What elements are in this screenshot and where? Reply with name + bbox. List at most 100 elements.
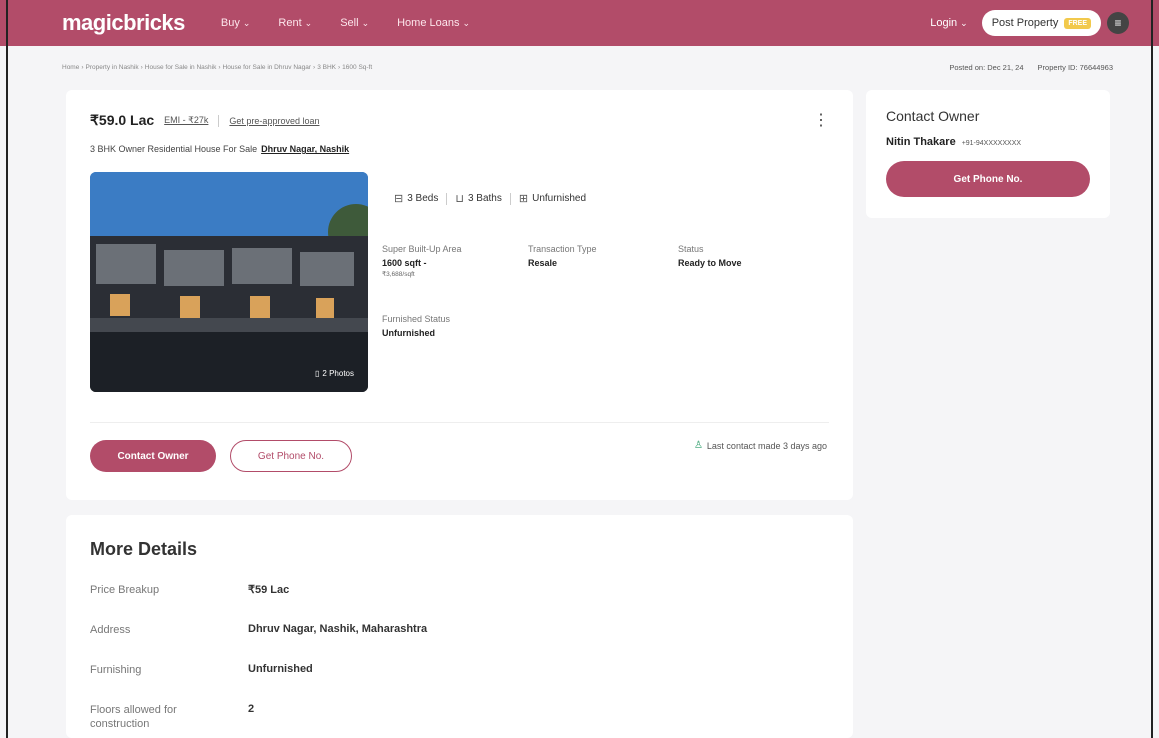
location-link[interactable]: Dhruv Nagar, Nashik [261, 144, 349, 154]
photo-door [110, 294, 130, 316]
logo[interactable]: magicbricks [62, 10, 185, 36]
feature-summary: ⊟ 3 Beds ⊔ 3 Baths ⊞ Unfurnished [394, 192, 586, 205]
detail-row: Price Breakup ₹59 Lac [90, 583, 289, 597]
breadcrumb-item[interactable]: Property in Nashik [86, 64, 139, 71]
furnishing: ⊞ Unfurnished [519, 192, 586, 205]
house-photo-illustration [90, 172, 368, 392]
breadcrumb-separator: › [140, 63, 143, 71]
breadcrumb-item[interactable]: House for Sale in Dhruv Nagar [223, 64, 312, 71]
photo-door [250, 296, 270, 318]
nav-sell[interactable]: Sell ⌄ [340, 17, 369, 29]
breadcrumb-item[interactable]: 3 BHK [317, 64, 336, 71]
owner-info: Nitin Thakare +91-94XXXXXXXX [886, 136, 1021, 148]
divider [90, 422, 829, 423]
get-phone-button[interactable]: Get Phone No. [230, 440, 352, 472]
spec-area: Super Built-Up Area 1600 sqft - ₹3,688/s… [382, 244, 462, 278]
section-title: More Details [90, 539, 198, 559]
chevron-down-icon: ⌄ [242, 17, 251, 28]
get-phone-button[interactable]: Get Phone No. [886, 161, 1090, 197]
top-navbar: magicbricks Buy ⌄ Rent ⌄ Sell ⌄ Home Loans ⌄… [0, 0, 1159, 46]
breadcrumb-separator: › [218, 63, 221, 71]
spec-value: Unfurnished [382, 328, 435, 338]
price: ₹59.0 Lac [90, 112, 155, 128]
breadcrumb: Home › Property in Nashik › House for Sale… [62, 60, 1113, 74]
spec-value: 1600 sqft - [382, 258, 427, 268]
login-label: Login [930, 17, 958, 29]
preapproved-loan-link[interactable]: Get pre-approved loan [229, 116, 319, 126]
more-options-icon[interactable]: ⋮ [813, 110, 829, 130]
spec-value: Resale [528, 258, 558, 268]
breadcrumb-separator: › [81, 63, 84, 71]
spec-status: Status Ready to Move [678, 244, 742, 268]
divider [446, 192, 448, 205]
post-property-label: Post Property [991, 17, 1059, 29]
nav-sell-label: Sell [340, 17, 359, 29]
baths-label: 3 Baths [467, 193, 502, 204]
more-details-card: More Details Price Breakup ₹59 Lac Addre… [66, 515, 853, 738]
breadcrumb-separator: › [338, 63, 341, 71]
hamburger-menu-icon[interactable]: ≡ [1107, 12, 1129, 34]
spec-transaction: Transaction Type Resale [528, 244, 597, 268]
contact-card-title: Contact Owner [886, 108, 980, 124]
chevron-down-icon: ⌄ [960, 17, 968, 28]
detail-row: Furnishing Unfurnished [90, 663, 313, 677]
breadcrumb-item[interactable]: House for Sale in Nashik [145, 64, 217, 71]
property-photo[interactable]: ▯ 2 Photos [90, 172, 368, 392]
detail-key: Price Breakup [90, 584, 160, 596]
nav-rent-label: Rent [278, 17, 302, 29]
detail-value: 2 [248, 703, 255, 715]
photo-window [164, 250, 224, 286]
breadcrumb-item: 1600 Sq-ft [342, 63, 373, 71]
bathtub-icon: ⊔ [455, 193, 464, 205]
frame-edge [1151, 0, 1153, 738]
chevron-down-icon: ⌄ [462, 17, 471, 28]
nav-home-loans-label: Home Loans [397, 17, 460, 29]
divider [218, 114, 220, 127]
spec-subvalue: ₹3,688/sqft [382, 271, 415, 278]
photo-door [180, 296, 200, 318]
detail-key: Address [90, 624, 131, 636]
bed-icon: ⊟ [394, 193, 404, 205]
detail-value: ₹59 Lac [248, 584, 290, 596]
detail-value: Unfurnished [248, 663, 313, 675]
divider [509, 192, 511, 205]
nav-rent[interactable]: Rent ⌄ [278, 17, 312, 29]
price-row: ₹59.0 Lac EMI - ₹27k Get pre-approved lo… [90, 112, 319, 129]
breadcrumb-item[interactable]: Home [62, 64, 79, 71]
spec-value: Ready to Move [678, 258, 742, 268]
photo-door [316, 298, 334, 318]
emi-link[interactable]: EMI - ₹27k [164, 115, 208, 126]
photo-window [232, 248, 292, 284]
furnishing-label: Unfurnished [532, 193, 587, 204]
spec-label: Status [678, 244, 704, 254]
nav-buy[interactable]: Buy ⌄ [221, 17, 251, 29]
photo-window [300, 252, 354, 286]
detail-key: Furnishing [90, 664, 142, 676]
spec-label: Super Built-Up Area [382, 244, 462, 254]
spec-furnished: Furnished Status Unfurnished [382, 314, 450, 338]
photo-fence [90, 318, 368, 332]
nav-home-loans[interactable]: Home Loans ⌄ [397, 17, 470, 29]
last-contact-label: Last contact made 3 days ago [706, 440, 827, 451]
contact-owner-button[interactable]: Contact Owner [90, 440, 216, 472]
property-id: Property ID: 76644963 [1037, 62, 1113, 72]
posted-on: Posted on: Dec 21, 24 [949, 62, 1024, 72]
nav-buy-label: Buy [220, 17, 240, 29]
listing-card: ₹59.0 Lac EMI - ₹27k Get pre-approved lo… [66, 90, 853, 500]
spec-label: Furnished Status [382, 314, 451, 324]
login-button[interactable]: Login ⌄ [930, 17, 967, 29]
spec-label: Transaction Type [528, 244, 597, 254]
user-icon: ♙ [693, 440, 703, 451]
photo-count[interactable]: ▯ 2 Photos [315, 369, 354, 378]
photo-window [96, 244, 156, 284]
beds-label: 3 Beds [407, 193, 439, 204]
furniture-icon: ⊞ [518, 193, 529, 205]
breadcrumb-separator: › [313, 63, 316, 71]
contact-owner-card: Contact Owner Nitin Thakare +91-94XXXXXX… [866, 90, 1110, 218]
chevron-down-icon: ⌄ [304, 17, 313, 28]
beds: ⊟ 3 Beds [394, 192, 438, 205]
post-property-button[interactable]: Post Property FREE [981, 10, 1101, 36]
listing-subtitle: 3 BHK Owner Residential House For Sale Dh… [90, 144, 349, 154]
baths: ⊔ 3 Baths [455, 192, 502, 205]
detail-key: Floors allowed for construction [90, 704, 177, 730]
